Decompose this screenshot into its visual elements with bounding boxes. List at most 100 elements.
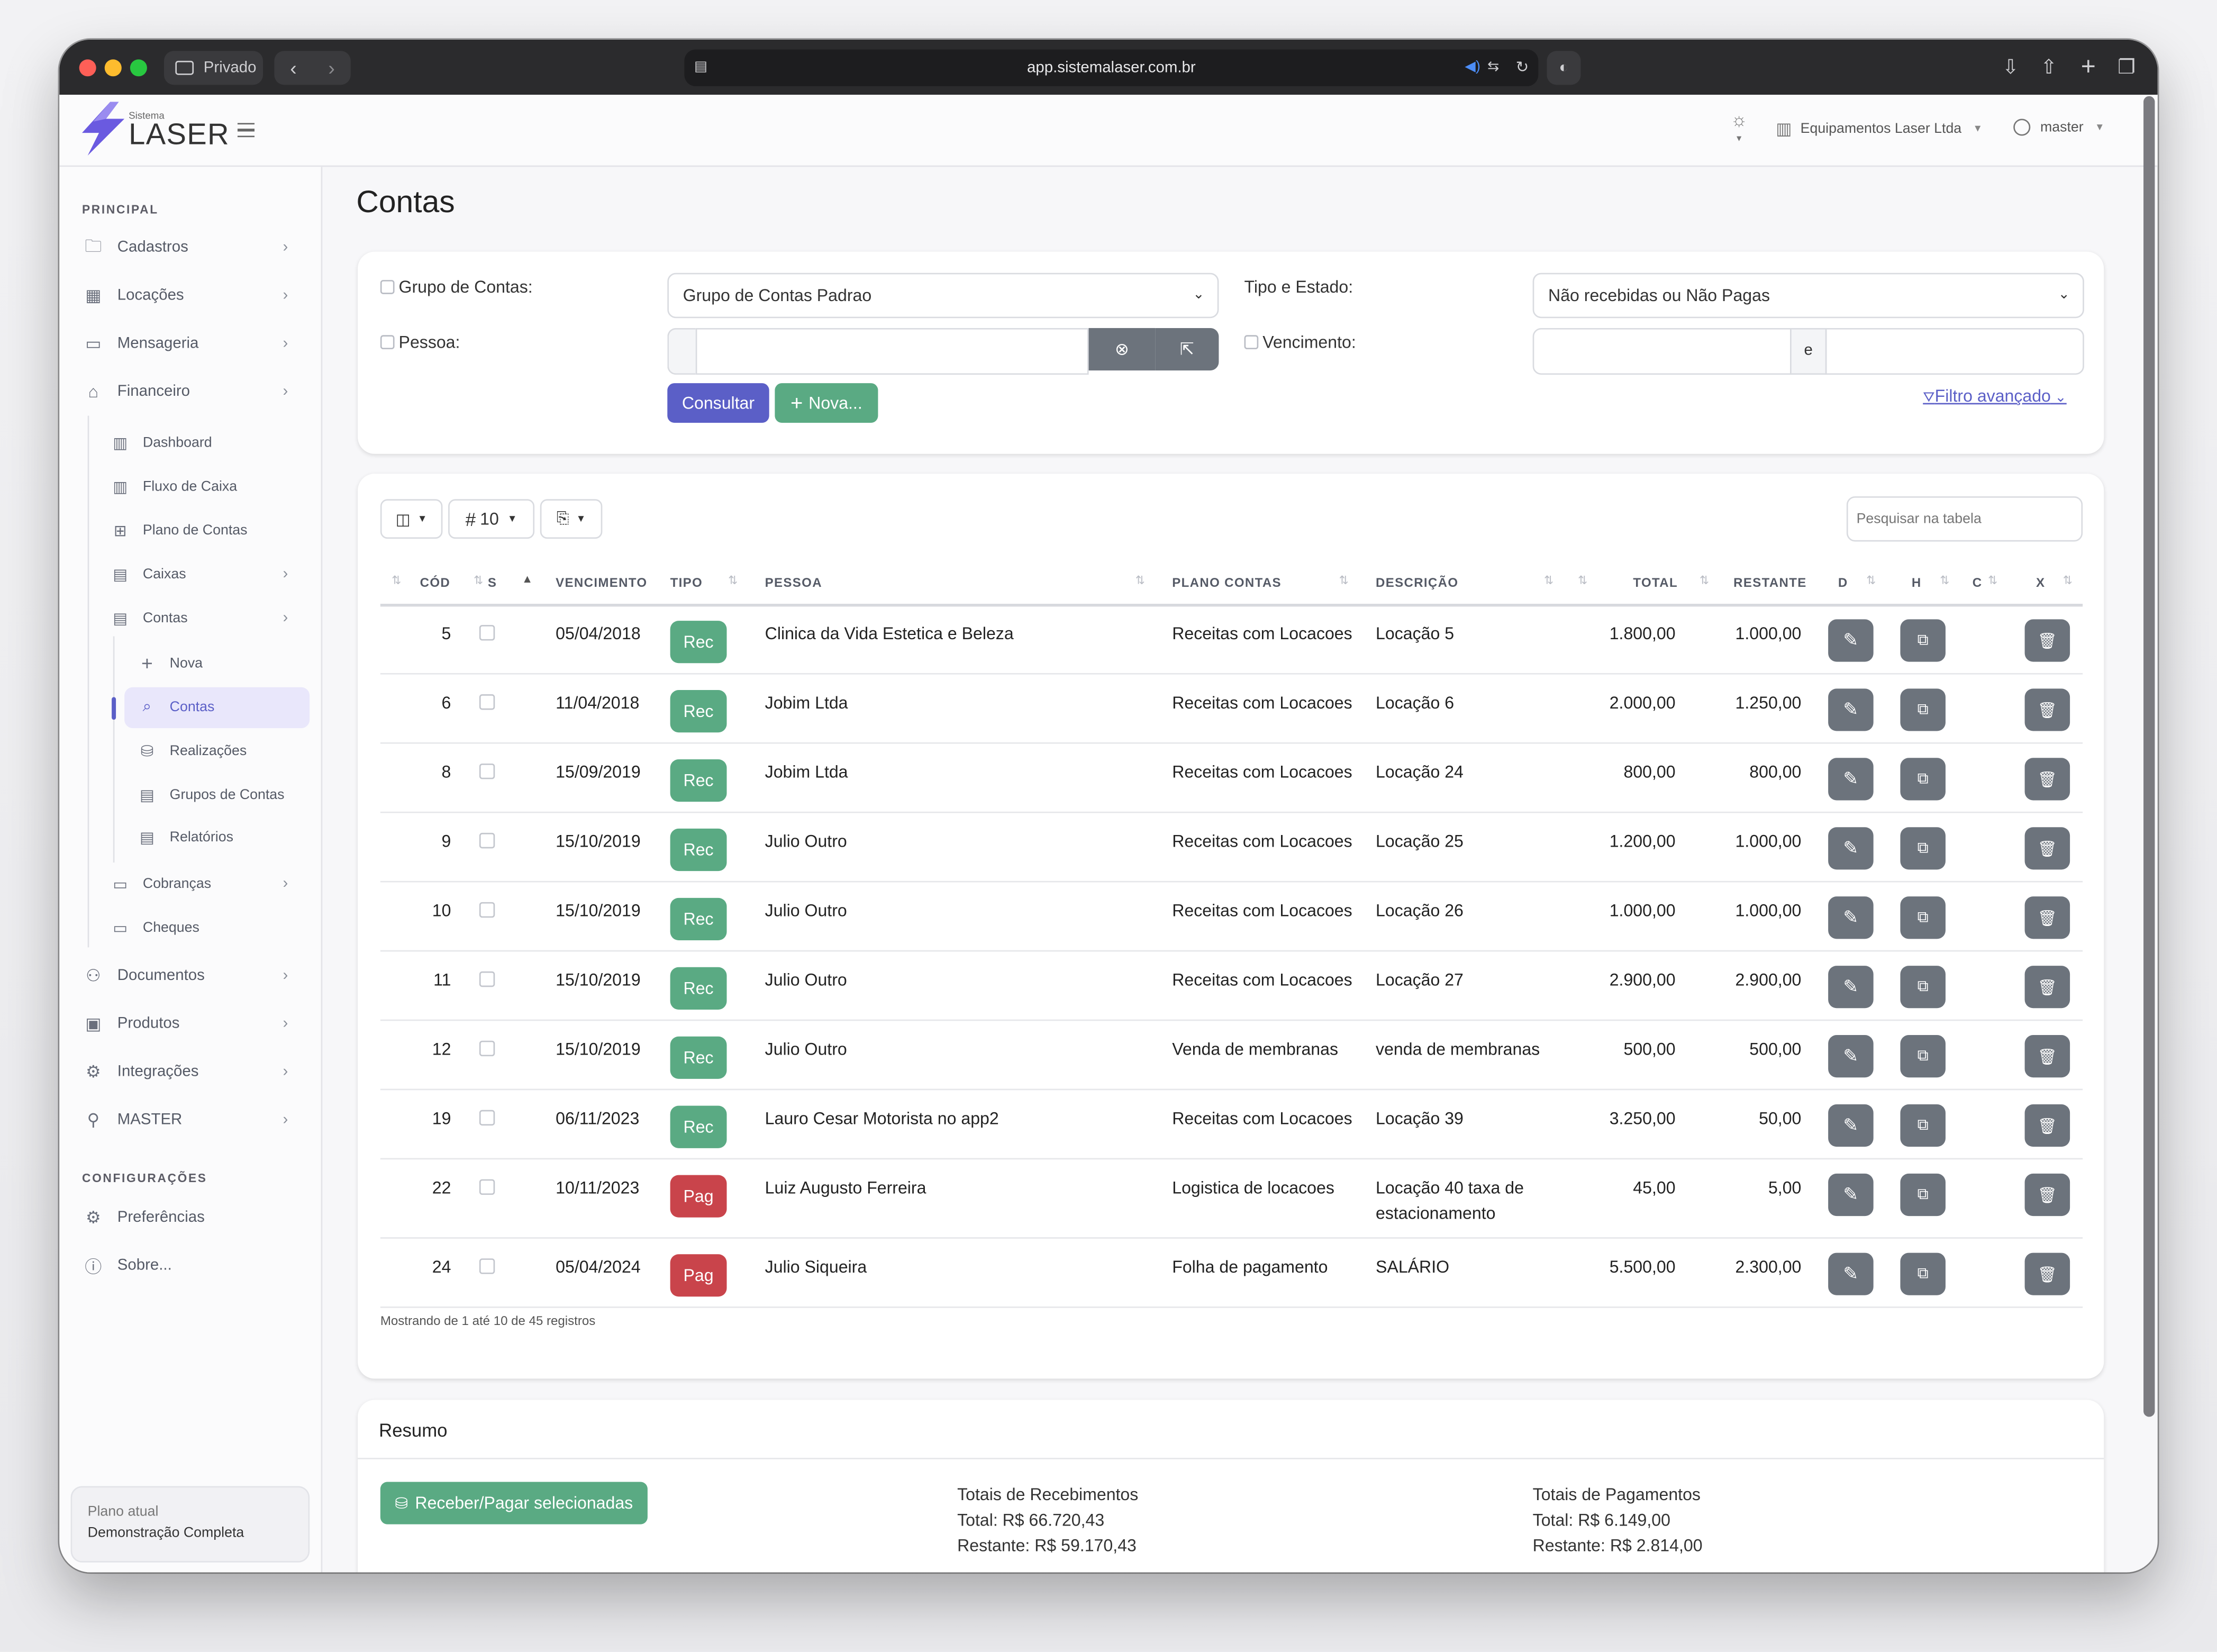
sidebar-item-fluxo-de-caixa[interactable]: ▥ Fluxo de Caixa	[110, 473, 237, 501]
reload-icon[interactable]: ↻	[1516, 50, 1529, 86]
close-window-button[interactable]	[79, 59, 96, 77]
table-search-input[interactable]	[1846, 496, 2083, 542]
zoom-window-button[interactable]	[130, 59, 147, 77]
sort-icon[interactable]: ⇅	[1866, 574, 1876, 587]
sort-icon[interactable]: ⇅	[2063, 574, 2073, 587]
edit-button[interactable]: ✎	[1828, 896, 1874, 939]
sidebar-item-cheques[interactable]: ▭ Cheques	[110, 913, 199, 941]
sort-icon[interactable]: ⇅	[1578, 574, 1587, 587]
table-row[interactable]: 8 15/09/2019 Rec Jobim Ltda Receitas com Loc…	[380, 744, 2083, 813]
audio-icon[interactable]: ◀︎)	[1465, 50, 1480, 86]
sort-icon[interactable]: ⇅	[1700, 574, 1709, 587]
forward-icon[interactable]: ›	[313, 57, 351, 79]
sidebar-item-master[interactable]: ⚲ MASTER	[82, 1104, 183, 1136]
sort-icon[interactable]: ⇅	[1988, 574, 1997, 587]
back-icon[interactable]: ‹	[274, 57, 312, 79]
delete-button[interactable]: 🗑︎	[2024, 896, 2070, 939]
history-button[interactable]: ⧉	[1900, 827, 1946, 870]
sidebar-item-financeiro[interactable]: ⌂ Financeiro	[82, 376, 190, 407]
history-button[interactable]: ⧉	[1900, 896, 1946, 939]
row-select-checkbox[interactable]	[479, 694, 495, 710]
row-select-checkbox[interactable]	[479, 1258, 495, 1274]
table-row[interactable]: 24 05/04/2024 Pag Julio Siqueira Folha de pa…	[380, 1239, 2083, 1308]
new-tab-icon[interactable]: +	[2077, 54, 2100, 79]
vencimento-checkbox[interactable]	[1244, 335, 1259, 350]
row-select-checkbox[interactable]	[479, 902, 495, 918]
consultar-button[interactable]: Consultar	[667, 383, 769, 423]
header-restante[interactable]: RESTANTE	[1733, 576, 1807, 590]
history-button[interactable]: ⧉	[1900, 1104, 1946, 1147]
grupo-filter-label[interactable]: Grupo de Contas:	[380, 277, 533, 297]
delete-button[interactable]: 🗑︎	[2024, 758, 2070, 801]
receber-pagar-button[interactable]: ⛁ Receber/Pagar selecionadas	[380, 1482, 648, 1524]
sort-icon[interactable]: ⇅	[392, 574, 401, 587]
edit-button[interactable]: ✎	[1828, 1035, 1874, 1078]
sidebar-item-sobre[interactable]: ⓘ Sobre...	[82, 1250, 171, 1281]
shield-button[interactable]: ◐	[1547, 51, 1581, 85]
pessoa-input[interactable]	[695, 328, 1089, 375]
delete-button[interactable]: 🗑︎	[2024, 1173, 2070, 1217]
filtro-avancado-link[interactable]: ⛛Filtro avançado ⌄	[1923, 386, 2067, 406]
header-total[interactable]: TOTAL	[1633, 576, 1678, 590]
header-c[interactable]: C	[1973, 576, 1983, 590]
row-select-checkbox[interactable]	[479, 971, 495, 987]
sidebar-item-locacoes[interactable]: ▦ Locações	[82, 280, 184, 311]
sort-asc-icon[interactable]: ▲	[522, 573, 533, 585]
page-size-button[interactable]: #10 ▼	[448, 499, 535, 539]
history-button[interactable]: ⧉	[1900, 1035, 1946, 1078]
sidebar-item-dashboard[interactable]: ▥ Dashboard	[110, 429, 212, 457]
history-button[interactable]: ⧉	[1900, 1173, 1946, 1217]
company-selector[interactable]: ▥ Equipamentos Laser Ltda ▼	[1776, 119, 1983, 138]
edit-button[interactable]: ✎	[1828, 966, 1874, 1009]
sort-icon[interactable]: ⇅	[1940, 574, 1949, 587]
edit-button[interactable]: ✎	[1828, 688, 1874, 731]
download-icon[interactable]: ⇩	[1999, 55, 2022, 78]
logo[interactable]: Sistema LASER	[129, 112, 230, 150]
row-select-checkbox[interactable]	[479, 763, 495, 779]
scrollbar[interactable]	[2143, 96, 2155, 1417]
header-cod[interactable]: CÓD	[420, 576, 450, 590]
columns-toggle-button[interactable]: ◫ ▼	[380, 499, 443, 539]
sort-icon[interactable]: ⇅	[1339, 574, 1349, 587]
edit-button[interactable]: ✎	[1828, 1252, 1874, 1295]
header-plano-contas[interactable]: PLANO CONTAS	[1172, 576, 1282, 590]
row-select-checkbox[interactable]	[479, 625, 495, 641]
sidebar-item-contas[interactable]: ▤ Contas	[110, 604, 187, 632]
history-button[interactable]: ⧉	[1900, 758, 1946, 801]
sidebar-item-realizacoes[interactable]: ⛁ Realizações	[137, 737, 247, 765]
sidebar-item-relatorios[interactable]: ▤ Relatórios	[137, 823, 233, 851]
delete-button[interactable]: 🗑︎	[2024, 619, 2070, 662]
sort-icon[interactable]: ⇅	[1135, 574, 1145, 587]
tab-overview-icon[interactable]: ❐	[2115, 55, 2138, 78]
table-row[interactable]: 12 15/10/2019 Rec Julio Outro Venda de membr…	[380, 1021, 2083, 1091]
delete-button[interactable]: 🗑︎	[2024, 1104, 2070, 1147]
delete-button[interactable]: 🗑︎	[2024, 688, 2070, 731]
row-select-checkbox[interactable]	[479, 832, 495, 849]
table-row[interactable]: 22 10/11/2023 Pag Luiz Augusto Ferreira Logi…	[380, 1159, 2083, 1239]
clear-pessoa-button[interactable]: ⊗	[1088, 328, 1156, 371]
table-row[interactable]: 19 06/11/2023 Rec Lauro Cesar Motorista no …	[380, 1090, 2083, 1160]
pessoa-checkbox[interactable]	[380, 335, 395, 350]
private-tab-button[interactable]: Privado	[163, 51, 264, 85]
history-button[interactable]: ⧉	[1900, 966, 1946, 1009]
user-menu[interactable]: master ▼	[2013, 119, 2105, 136]
sidebar-item-contas-list[interactable]: ⌕ Contas	[137, 693, 215, 721]
sort-icon[interactable]: ⇅	[728, 574, 738, 587]
sidebar-item-cobrancas[interactable]: ▭ Cobranças	[110, 869, 211, 897]
sidebar-item-documentos[interactable]: ⚇ Documentos	[82, 960, 205, 991]
sidebar-item-produtos[interactable]: ▣ Produtos	[82, 1008, 179, 1039]
sidebar-item-caixas[interactable]: ▤ Caixas	[110, 560, 186, 588]
header-vencimento[interactable]: VENCIMENTO	[556, 576, 647, 590]
sidebar-item-grupos-de-contas[interactable]: ▤ Grupos de Contas	[137, 780, 285, 809]
tipo-select[interactable]: Não recebidas ou Não Pagas ⌄	[1532, 273, 2084, 319]
translate-icon[interactable]: ⇆	[1487, 50, 1499, 86]
theme-toggle-icon[interactable]: ☼ ▾	[1731, 110, 1748, 150]
sidebar-item-preferencias[interactable]: ⚙ Preferências	[82, 1202, 205, 1233]
delete-button[interactable]: 🗑︎	[2024, 1035, 2070, 1078]
history-button[interactable]: ⧉	[1900, 619, 1946, 662]
minimize-window-button[interactable]	[104, 59, 122, 77]
edit-button[interactable]: ✎	[1828, 1173, 1874, 1217]
header-pessoa[interactable]: PESSOA	[765, 576, 822, 590]
open-pessoa-button[interactable]: ⇱	[1155, 328, 1219, 371]
sidebar-item-mensageria[interactable]: ▭ Mensageria	[82, 328, 198, 359]
